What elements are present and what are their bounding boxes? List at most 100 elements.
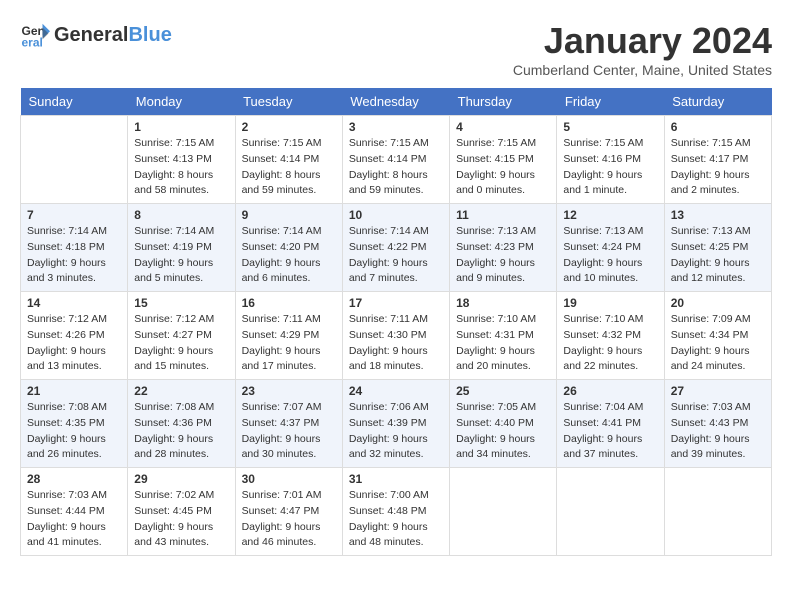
calendar-cell: 21 Sunrise: 7:08 AMSunset: 4:35 PMDayligh… — [21, 380, 128, 468]
calendar-cell: 6Sunrise: 7:15 AMSunset: 4:17 PMDaylight… — [664, 116, 771, 204]
day-number: 19 — [563, 296, 657, 310]
day-info: Sunrise: 7:15 AMSunset: 4:16 PMDaylight:… — [563, 136, 657, 199]
day-info: Sunrise: 7:15 AMSunset: 4:14 PMDaylight:… — [242, 136, 336, 199]
calendar-cell: 31 Sunrise: 7:00 AMSunset: 4:48 PMDayligh… — [342, 468, 449, 556]
week-row-2: 7Sunrise: 7:14 AMSunset: 4:18 PMDaylight… — [21, 204, 772, 292]
calendar-cell: 23 Sunrise: 7:07 AMSunset: 4:37 PMDayligh… — [235, 380, 342, 468]
day-number: 9 — [242, 208, 336, 222]
week-row-1: 1Sunrise: 7:15 AMSunset: 4:13 PMDaylight… — [21, 116, 772, 204]
calendar-cell: 30 Sunrise: 7:01 AMSunset: 4:47 PMDayligh… — [235, 468, 342, 556]
title-block: January 2024 Cumberland Center, Maine, U… — [513, 20, 772, 78]
day-info: Sunrise: 7:08 AMSunset: 4:35 PMDaylight:… — [27, 400, 121, 463]
weekday-header-saturday: Saturday — [664, 88, 771, 116]
day-info: Sunrise: 7:14 AMSunset: 4:18 PMDaylight:… — [27, 224, 121, 287]
calendar-cell: 12 Sunrise: 7:13 AMSunset: 4:24 PMDayligh… — [557, 204, 664, 292]
day-info: Sunrise: 7:11 AMSunset: 4:29 PMDaylight:… — [242, 312, 336, 375]
weekday-header-sunday: Sunday — [21, 88, 128, 116]
calendar-cell: 3Sunrise: 7:15 AMSunset: 4:14 PMDaylight… — [342, 116, 449, 204]
day-info: Sunrise: 7:09 AMSunset: 4:34 PMDaylight:… — [671, 312, 765, 375]
day-info: Sunrise: 7:03 AMSunset: 4:44 PMDaylight:… — [27, 488, 121, 551]
day-info: Sunrise: 7:10 AMSunset: 4:32 PMDaylight:… — [563, 312, 657, 375]
day-number: 23 — [242, 384, 336, 398]
calendar-cell: 29 Sunrise: 7:02 AMSunset: 4:45 PMDayligh… — [128, 468, 235, 556]
calendar-cell: 2 Sunrise: 7:15 AMSunset: 4:14 PMDaylight… — [235, 116, 342, 204]
calendar-cell — [21, 116, 128, 204]
day-number: 20 — [671, 296, 765, 310]
day-info: Sunrise: 7:10 AMSunset: 4:31 PMDaylight:… — [456, 312, 550, 375]
day-number: 12 — [563, 208, 657, 222]
day-info: Sunrise: 7:02 AMSunset: 4:45 PMDaylight:… — [134, 488, 228, 551]
day-info: Sunrise: 7:06 AMSunset: 4:39 PMDaylight:… — [349, 400, 443, 463]
day-number: 26 — [563, 384, 657, 398]
day-number: 31 — [349, 472, 443, 486]
day-info: Sunrise: 7:05 AMSunset: 4:40 PMDaylight:… — [456, 400, 550, 463]
day-info: Sunrise: 7:04 AMSunset: 4:41 PMDaylight:… — [563, 400, 657, 463]
day-info: Sunrise: 7:13 AMSunset: 4:23 PMDaylight:… — [456, 224, 550, 287]
calendar-cell — [557, 468, 664, 556]
day-info: Sunrise: 7:13 AMSunset: 4:24 PMDaylight:… — [563, 224, 657, 287]
calendar-cell — [664, 468, 771, 556]
day-info: Sunrise: 7:08 AMSunset: 4:36 PMDaylight:… — [134, 400, 228, 463]
day-info: Sunrise: 7:14 AMSunset: 4:22 PMDaylight:… — [349, 224, 443, 287]
calendar-cell: 10 Sunrise: 7:14 AMSunset: 4:22 PMDayligh… — [342, 204, 449, 292]
day-info: Sunrise: 7:14 AMSunset: 4:20 PMDaylight:… — [242, 224, 336, 287]
calendar-cell: 8Sunrise: 7:14 AMSunset: 4:19 PMDaylight… — [128, 204, 235, 292]
week-row-4: 21 Sunrise: 7:08 AMSunset: 4:35 PMDayligh… — [21, 380, 772, 468]
day-number: 2 — [242, 120, 336, 134]
day-info: Sunrise: 7:15 AMSunset: 4:17 PMDaylight:… — [671, 136, 765, 199]
day-info: Sunrise: 7:13 AMSunset: 4:25 PMDaylight:… — [671, 224, 765, 287]
calendar-cell: 16 Sunrise: 7:11 AMSunset: 4:29 PMDayligh… — [235, 292, 342, 380]
day-info: Sunrise: 7:00 AMSunset: 4:48 PMDaylight:… — [349, 488, 443, 551]
day-info: Sunrise: 7:01 AMSunset: 4:47 PMDaylight:… — [242, 488, 336, 551]
weekday-header-thursday: Thursday — [450, 88, 557, 116]
day-info: Sunrise: 7:14 AMSunset: 4:19 PMDaylight:… — [134, 224, 228, 287]
weekday-header-row: SundayMondayTuesdayWednesdayThursdayFrid… — [21, 88, 772, 116]
calendar-cell: 25 Sunrise: 7:05 AMSunset: 4:40 PMDayligh… — [450, 380, 557, 468]
logo: Gen eral General Blue — [20, 20, 172, 50]
day-number: 30 — [242, 472, 336, 486]
day-number: 25 — [456, 384, 550, 398]
day-number: 24 — [349, 384, 443, 398]
calendar-cell: 7Sunrise: 7:14 AMSunset: 4:18 PMDaylight… — [21, 204, 128, 292]
calendar-cell: 4Sunrise: 7:15 AMSunset: 4:15 PMDaylight… — [450, 116, 557, 204]
week-row-5: 28 Sunrise: 7:03 AMSunset: 4:44 PMDayligh… — [21, 468, 772, 556]
weekday-header-friday: Friday — [557, 88, 664, 116]
day-number: 28 — [27, 472, 121, 486]
page-header: Gen eral General Blue January 2024 Cumbe… — [20, 20, 772, 78]
weekday-header-tuesday: Tuesday — [235, 88, 342, 116]
svg-text:eral: eral — [22, 35, 43, 49]
logo-icon: Gen eral — [20, 20, 50, 50]
week-row-3: 14Sunrise: 7:12 AMSunset: 4:26 PMDayligh… — [21, 292, 772, 380]
day-number: 27 — [671, 384, 765, 398]
calendar-cell: 5 Sunrise: 7:15 AMSunset: 4:16 PMDaylight… — [557, 116, 664, 204]
day-info: Sunrise: 7:15 AMSunset: 4:15 PMDaylight:… — [456, 136, 550, 199]
day-number: 29 — [134, 472, 228, 486]
day-number: 18 — [456, 296, 550, 310]
logo-general-text: General — [54, 24, 128, 47]
calendar-cell: 1Sunrise: 7:15 AMSunset: 4:13 PMDaylight… — [128, 116, 235, 204]
day-number: 1 — [134, 120, 228, 134]
weekday-header-monday: Monday — [128, 88, 235, 116]
day-number: 15 — [134, 296, 228, 310]
day-info: Sunrise: 7:11 AMSunset: 4:30 PMDaylight:… — [349, 312, 443, 375]
calendar-cell: 17Sunrise: 7:11 AMSunset: 4:30 PMDayligh… — [342, 292, 449, 380]
weekday-header-wednesday: Wednesday — [342, 88, 449, 116]
day-info: Sunrise: 7:12 AMSunset: 4:26 PMDaylight:… — [27, 312, 121, 375]
day-info: Sunrise: 7:12 AMSunset: 4:27 PMDaylight:… — [134, 312, 228, 375]
calendar-cell: 27 Sunrise: 7:03 AMSunset: 4:43 PMDayligh… — [664, 380, 771, 468]
day-info: Sunrise: 7:03 AMSunset: 4:43 PMDaylight:… — [671, 400, 765, 463]
day-number: 16 — [242, 296, 336, 310]
day-number: 10 — [349, 208, 443, 222]
calendar-cell: 15 Sunrise: 7:12 AMSunset: 4:27 PMDayligh… — [128, 292, 235, 380]
calendar-cell: 13Sunrise: 7:13 AMSunset: 4:25 PMDayligh… — [664, 204, 771, 292]
day-info: Sunrise: 7:15 AMSunset: 4:14 PMDaylight:… — [349, 136, 443, 199]
calendar-cell: 28 Sunrise: 7:03 AMSunset: 4:44 PMDayligh… — [21, 468, 128, 556]
day-info: Sunrise: 7:07 AMSunset: 4:37 PMDaylight:… — [242, 400, 336, 463]
calendar-cell: 11 Sunrise: 7:13 AMSunset: 4:23 PMDayligh… — [450, 204, 557, 292]
calendar-cell: 19 Sunrise: 7:10 AMSunset: 4:32 PMDayligh… — [557, 292, 664, 380]
day-number: 21 — [27, 384, 121, 398]
calendar-cell: 20 Sunrise: 7:09 AMSunset: 4:34 PMDayligh… — [664, 292, 771, 380]
day-number: 11 — [456, 208, 550, 222]
day-number: 5 — [563, 120, 657, 134]
calendar-cell: 9 Sunrise: 7:14 AMSunset: 4:20 PMDaylight… — [235, 204, 342, 292]
